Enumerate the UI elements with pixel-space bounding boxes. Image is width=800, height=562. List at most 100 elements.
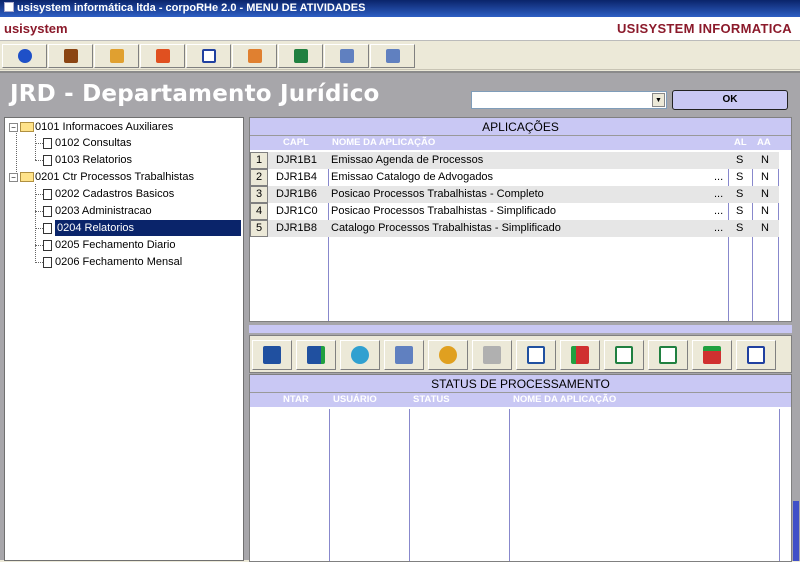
table-row[interactable]: 3 DJR1B6 Posicao Processos Trabalhistas … bbox=[250, 186, 779, 203]
panel-divider bbox=[249, 325, 792, 333]
calculator-button-2[interactable] bbox=[384, 340, 424, 370]
calculator-button[interactable] bbox=[324, 44, 369, 68]
cell-al: S bbox=[736, 188, 744, 200]
status-header-row: NTAR USUÁRIO STATUS NOME DA APLICAÇÃO bbox=[250, 393, 791, 407]
tree-node-0203[interactable]: 0203 Administracao bbox=[43, 203, 152, 219]
cell-dots: ... bbox=[714, 222, 724, 234]
document-icon bbox=[43, 205, 52, 217]
tree-node-0101[interactable]: − 0101 Informacoes Auxiliares bbox=[9, 119, 173, 135]
status-grid: STATUS DE PROCESSAMENTO NTAR USUÁRIO STA… bbox=[249, 374, 792, 562]
page-next-button[interactable] bbox=[604, 340, 644, 370]
book-green-icon bbox=[293, 49, 308, 63]
cell-nome: Emissao Catalogo de Advogados bbox=[331, 171, 494, 183]
cell-capl: DJR1B6 bbox=[276, 188, 317, 200]
ok-button[interactable]: OK bbox=[672, 90, 788, 110]
tree-node-label: 0102 Consultas bbox=[55, 137, 132, 149]
report-icon bbox=[201, 49, 216, 63]
page-refresh-button[interactable] bbox=[648, 340, 688, 370]
cell-aa: N bbox=[761, 188, 769, 200]
cell-al: S bbox=[736, 205, 744, 217]
app-icon bbox=[4, 2, 14, 12]
page-refresh-icon bbox=[659, 346, 677, 364]
document-icon bbox=[43, 222, 52, 234]
menu-tree: − 0101 Informacoes Auxiliares 0102 Consul… bbox=[4, 117, 244, 561]
hand-button[interactable] bbox=[94, 44, 139, 68]
cell-al: S bbox=[736, 222, 744, 234]
tree-node-0206[interactable]: 0206 Fechamento Mensal bbox=[43, 254, 182, 270]
cell-dots: ... bbox=[714, 205, 724, 217]
exit-button[interactable] bbox=[140, 44, 185, 68]
back-icon bbox=[17, 49, 32, 63]
col-nome: NOME DA APLICAÇÃO bbox=[332, 137, 436, 148]
cell-nome: Catalogo Processos Trabalhistas - Simpli… bbox=[331, 222, 561, 234]
tree-node-label: 0101 Informacoes Auxiliares bbox=[35, 121, 174, 133]
exit-icon bbox=[155, 49, 170, 63]
tree-node-label: 0204 Relatorios bbox=[55, 220, 241, 236]
tree-add-button[interactable] bbox=[296, 340, 336, 370]
back-button[interactable] bbox=[2, 44, 47, 68]
col-ntar: NTAR bbox=[283, 394, 309, 405]
tree-node-0204[interactable]: 0204 Relatorios bbox=[43, 220, 241, 236]
scrollbar-thumb[interactable] bbox=[793, 501, 799, 561]
hand-icon bbox=[109, 49, 124, 63]
upload-button[interactable] bbox=[516, 340, 556, 370]
calculator-2-button[interactable] bbox=[370, 44, 415, 68]
cell-nome: Posicao Processos Trabalhistas - Simplif… bbox=[331, 205, 556, 217]
tree-icon bbox=[263, 346, 281, 364]
chevron-down-icon[interactable]: ▼ bbox=[652, 93, 665, 107]
book-icon bbox=[247, 49, 262, 63]
refresh-icon bbox=[351, 346, 369, 364]
cell-nome: Emissao Agenda de Processos bbox=[331, 154, 484, 166]
folder-open-icon bbox=[20, 122, 34, 132]
tree-node-0102[interactable]: 0102 Consultas bbox=[43, 135, 131, 151]
report-button[interactable] bbox=[186, 44, 231, 68]
tree-node-label: 0205 Fechamento Diario bbox=[55, 239, 176, 251]
users-button[interactable] bbox=[48, 44, 93, 68]
tree-add-icon bbox=[307, 346, 325, 364]
row-number: 2 bbox=[250, 169, 268, 186]
refresh-button[interactable] bbox=[340, 340, 380, 370]
table-row[interactable]: 2 DJR1B4 Emissao Catalogo de Advogados .… bbox=[250, 169, 779, 186]
tree-node-0202[interactable]: 0202 Cadastros Basicos bbox=[43, 186, 174, 202]
disk-icon bbox=[439, 346, 457, 364]
tree-node-label: 0202 Cadastros Basicos bbox=[55, 188, 175, 200]
document-icon bbox=[43, 188, 52, 200]
main-area: JRD - Departamento Jurídico ▼ OK − 0101 I… bbox=[0, 71, 800, 562]
book-button[interactable] bbox=[232, 44, 277, 68]
tree-node-label: 0203 Administracao bbox=[55, 205, 152, 217]
word-button[interactable] bbox=[736, 340, 776, 370]
table-row[interactable]: 5 DJR1B8 Catalogo Processos Trabalhistas… bbox=[250, 220, 779, 237]
calculator-icon bbox=[395, 346, 413, 364]
disk-button[interactable] bbox=[428, 340, 468, 370]
cell-capl: DJR1B1 bbox=[276, 154, 317, 166]
tree-node-0103[interactable]: 0103 Relatorios bbox=[43, 152, 132, 168]
word-icon bbox=[747, 346, 765, 364]
calculator-2-icon bbox=[385, 49, 400, 63]
module-select[interactable]: ▼ bbox=[471, 91, 667, 109]
window-title: usisystem informática ltda - corpoRHe 2.… bbox=[17, 2, 366, 14]
cell-al: S bbox=[736, 154, 744, 166]
eraser-button[interactable] bbox=[560, 340, 600, 370]
applications-title: APLICAÇÕES bbox=[250, 118, 791, 136]
tree-node-0205[interactable]: 0205 Fechamento Diario bbox=[43, 237, 175, 253]
table-row[interactable]: 1 DJR1B1 Emissao Agenda de Processos S N bbox=[250, 152, 779, 169]
collapse-icon[interactable]: − bbox=[9, 172, 18, 182]
cell-capl: DJR1B4 bbox=[276, 171, 317, 183]
applications-header-row: CAPL NOME DA APLICAÇÃO AL AA bbox=[250, 136, 791, 150]
book-green-button[interactable] bbox=[278, 44, 323, 68]
row-number: 1 bbox=[250, 152, 268, 169]
export-button[interactable] bbox=[692, 340, 732, 370]
col-nome-aplicacao: NOME DA APLICAÇÃO bbox=[513, 394, 617, 405]
print-button[interactable] bbox=[472, 340, 512, 370]
scrollbar-track[interactable] bbox=[792, 117, 800, 561]
document-icon bbox=[43, 239, 52, 251]
col-al: AL bbox=[734, 137, 747, 148]
calculator-icon bbox=[339, 49, 354, 63]
tree-button[interactable] bbox=[252, 340, 292, 370]
col-usuario: USUÁRIO bbox=[333, 394, 377, 405]
tree-node-label: 0206 Fechamento Mensal bbox=[55, 256, 183, 268]
table-row[interactable]: 4 DJR1C0 Posicao Processos Trabalhistas … bbox=[250, 203, 779, 220]
cell-capl: DJR1B8 bbox=[276, 222, 317, 234]
tree-node-0201[interactable]: − 0201 Ctr Processos Trabalhistas bbox=[9, 169, 194, 185]
collapse-icon[interactable]: − bbox=[9, 122, 18, 132]
